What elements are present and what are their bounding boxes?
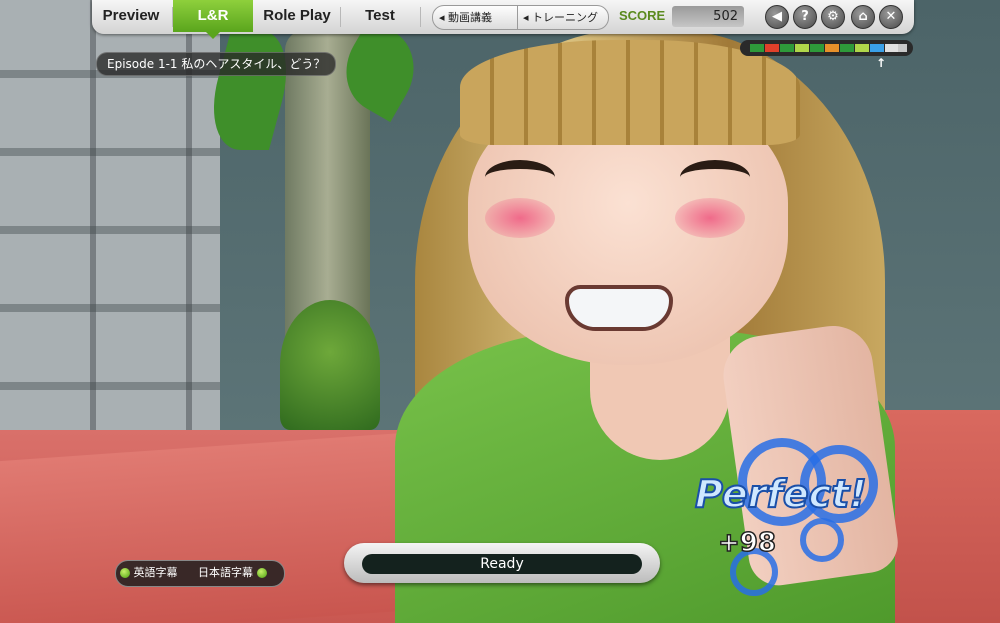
- training-button[interactable]: ◂ トレーニング: [523, 6, 598, 29]
- character-mouth: [565, 285, 673, 331]
- tab-preview[interactable]: Preview: [92, 0, 170, 32]
- divider: [340, 7, 341, 27]
- score-label: SCORE: [619, 8, 666, 23]
- close-icon[interactable]: ✕: [879, 5, 903, 29]
- meter-arrow-icon: ↑: [876, 56, 887, 70]
- tab-test[interactable]: Test: [342, 0, 418, 32]
- toggle-on-icon: [120, 568, 130, 578]
- subtitle-toggle: 英語字幕 日本語字幕: [115, 560, 285, 587]
- meter-segment: [825, 44, 839, 52]
- meter-segment: [780, 44, 794, 52]
- progress-meter: [740, 40, 913, 56]
- ring-effect: [800, 518, 844, 562]
- tab-role-play[interactable]: Role Play: [256, 0, 338, 32]
- meter-segment: [795, 44, 809, 52]
- divider: [517, 6, 518, 29]
- character-eye-left: [485, 160, 555, 195]
- training-label: トレーニング: [532, 11, 599, 24]
- video-lecture-button[interactable]: ◂ 動画講義: [439, 6, 492, 29]
- character-blush-right: [675, 198, 745, 238]
- meter-segment: [750, 44, 764, 52]
- meter-segment: [765, 44, 779, 52]
- game-scene: [0, 0, 1000, 623]
- status-text: Ready: [362, 554, 642, 574]
- japanese-subtitle-label: 日本語字幕: [198, 566, 253, 579]
- mode-switch: ◂ 動画講義 ◂ トレーニング: [432, 5, 609, 30]
- score-value: 502: [672, 6, 744, 27]
- divider: [420, 7, 421, 27]
- english-subtitle-button[interactable]: 英語字幕: [120, 563, 178, 583]
- gear-icon[interactable]: ⚙: [821, 5, 845, 29]
- english-subtitle-label: 英語字幕: [133, 566, 178, 579]
- home-icon[interactable]: ⌂: [851, 5, 875, 29]
- meter-segment: [810, 44, 824, 52]
- meter-segment: [898, 44, 907, 52]
- character-eye-right: [680, 160, 750, 195]
- top-toolbar: Preview L&R Role Play Test ◂ 動画講義 ◂ トレーニ…: [92, 0, 914, 39]
- meter-segment: [855, 44, 869, 52]
- toggle-on-icon: [256, 568, 267, 578]
- meter-segment: [885, 44, 899, 52]
- tab-listen-repeat[interactable]: L&R: [173, 0, 253, 39]
- japanese-subtitle-button[interactable]: 日本語字幕: [198, 563, 267, 583]
- meter-segment: [840, 44, 854, 52]
- bush: [280, 300, 380, 430]
- help-icon[interactable]: ?: [793, 5, 817, 29]
- back-icon[interactable]: ◀: [765, 5, 789, 29]
- points-earned: +98: [717, 527, 776, 559]
- perfect-rating: Perfect!: [694, 471, 868, 517]
- status-bar: Ready: [344, 543, 660, 583]
- character-blush-left: [485, 198, 555, 238]
- meter-segment: [870, 44, 884, 52]
- sofa-back: [0, 428, 460, 623]
- video-lecture-label: 動画講義: [448, 11, 493, 24]
- episode-title: Episode 1-1 私のヘアスタイル、どう？: [96, 52, 337, 76]
